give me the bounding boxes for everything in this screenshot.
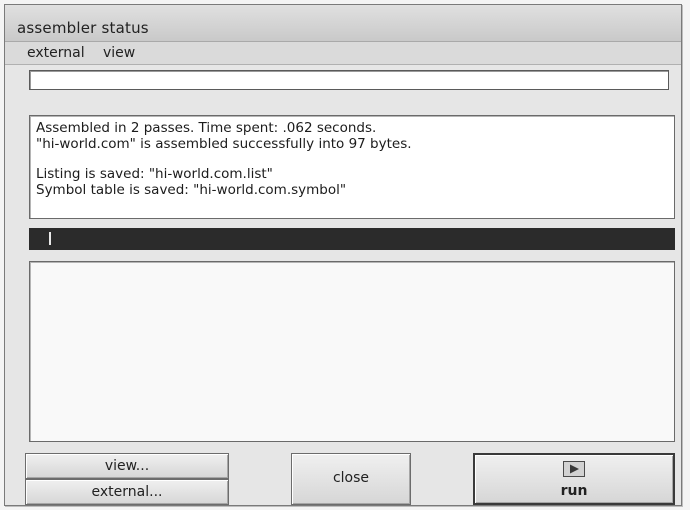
menu-external[interactable]: external [27,45,85,61]
external-button[interactable]: external... [25,479,229,505]
window-title: assembler status [17,19,149,37]
play-icon [563,461,585,477]
menu-view[interactable]: view [103,45,135,61]
close-button[interactable]: close [291,453,411,505]
title-bar[interactable]: assembler status [5,5,681,42]
status-line-blank [36,152,668,166]
run-label: run [560,483,588,499]
status-line-symbol: Symbol table is saved: "hi-world.com.sym… [36,182,347,198]
assembler-status-window: assembler status external view Assembled… [4,4,682,506]
menu-bar: external view [5,42,681,65]
status-line-result: "hi-world.com" is assembled successfully… [36,136,412,152]
text-caret [49,232,51,245]
view-button[interactable]: view... [25,453,229,479]
command-input[interactable] [29,228,675,250]
output-area[interactable] [29,261,675,442]
status-output: Assembled in 2 passes. Time spent: .062 … [29,115,675,219]
run-button[interactable]: run [473,453,675,505]
status-line-time: Assembled in 2 passes. Time spent: .062 … [36,120,377,136]
status-line-listing: Listing is saved: "hi-world.com.list" [36,166,273,182]
path-input[interactable] [29,70,669,90]
